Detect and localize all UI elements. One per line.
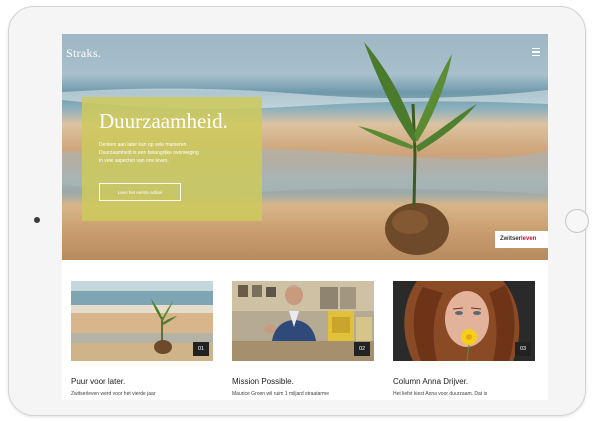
- hamburger-menu-icon[interactable]: [532, 48, 540, 58]
- site-logo[interactable]: Straks.: [66, 46, 101, 61]
- article-card[interactable]: 01 Puur voor later. Zwitserleven werd vo…: [71, 281, 213, 397]
- read-first-article-button[interactable]: Lees het eerste artikel: [99, 183, 181, 201]
- tablet-screen: Straks. Duurzaamheid. Denken aan later k…: [62, 34, 548, 400]
- article-excerpt: Maurice Groen wil ruim 1 miljard straata…: [232, 391, 329, 397]
- sprout-on-beach-image: [71, 281, 213, 361]
- article-excerpt: Zwitserleven werd voor het vierde jaar: [71, 391, 156, 397]
- brand-badge-part1: Zwitser: [500, 236, 522, 242]
- brand-badge-part2: leven: [521, 236, 537, 242]
- article-number-badge: 03: [515, 342, 531, 356]
- home-button[interactable]: [565, 209, 589, 233]
- article-title[interactable]: Mission Possible.: [232, 377, 374, 386]
- hero-description-line: Duurzaamheid is een belangrijke overwegi…: [99, 150, 199, 156]
- article-number-badge: 01: [193, 342, 209, 356]
- article-card[interactable]: 03 Column Anna Drijver. Het liefst kiest…: [393, 281, 535, 397]
- camera-dot: [34, 217, 40, 223]
- article-title[interactable]: Column Anna Drijver.: [393, 377, 535, 386]
- article-card[interactable]: 02 Mission Possible. Maurice Groen wil r…: [232, 281, 374, 397]
- article-excerpt: Het liefst kiest Anna voor duurzaam. Dat…: [393, 391, 488, 397]
- hero-description-line: in vele aspecten van ons leven.: [99, 158, 169, 164]
- hero-panel: Duurzaamheid. Denken aan later kan op ve…: [82, 97, 262, 221]
- portrait-with-flower-image: [393, 281, 535, 361]
- article-image[interactable]: 02: [232, 281, 374, 361]
- hero-description-line: Denken aan later kan op vele manieren.: [99, 142, 188, 148]
- article-number-badge: 02: [354, 342, 370, 356]
- article-title[interactable]: Puur voor later.: [71, 377, 213, 386]
- article-image[interactable]: 03: [393, 281, 535, 361]
- brand-badge[interactable]: Zwitserleven: [495, 231, 548, 248]
- hero-description: Denken aan later kan op vele manieren. D…: [99, 141, 250, 165]
- office-portrait-image: [232, 281, 374, 361]
- article-image[interactable]: 01: [71, 281, 213, 361]
- hero-banner: Straks. Duurzaamheid. Denken aan later k…: [62, 34, 548, 260]
- hero-title: Duurzaamheid.: [99, 109, 228, 133]
